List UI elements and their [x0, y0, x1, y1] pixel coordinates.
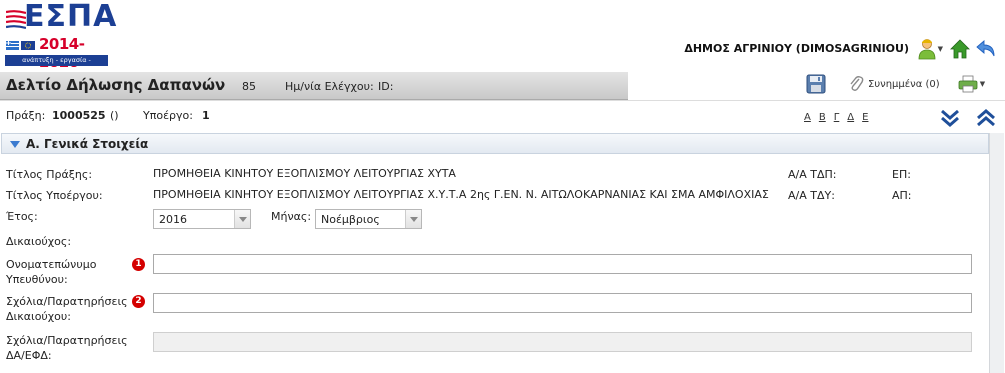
page-title: Δελτίο Δήλωσης Δαπανών	[6, 76, 226, 94]
section-link-a[interactable]: Α	[804, 112, 811, 123]
flags-icon	[6, 41, 35, 50]
attachments-button[interactable]: Συνημμένα (0)	[848, 75, 940, 93]
titlebar-actions: Συνημμένα (0) ▼	[806, 74, 987, 94]
year-select-value: 2016	[159, 213, 187, 226]
espa-logo: ΕΣΠΑ 2014-2020 ανάπτυξη - εργασία - αλλη…	[5, 2, 116, 75]
back-arrow-icon[interactable]	[975, 38, 997, 60]
da-efd-comments-label: Σχόλια/Παρατηρήσεις ΔΑ/ΕΦΔ:	[6, 333, 128, 363]
header-actions: ▼	[916, 38, 997, 60]
month-select-value: Νοέμβριος	[321, 213, 380, 226]
project-value: 1000525	[52, 109, 106, 122]
ep-label: ΕΠ:	[892, 168, 911, 181]
project-info-bar: Πράξη: 1000525 () Υποέργο: 1 Α Β Γ Δ Ε	[0, 100, 1005, 130]
responsible-label-line1: Ονοματεπώνυμο	[6, 258, 97, 271]
collapse-all-icon[interactable]	[976, 109, 996, 130]
project-title-value: ΠΡΟΜΗΘΕΙΑ ΚΙΝΗΤΟΥ ΕΞΟΠΛΙΣΜΟΥ ΛΕΙΤΟΥΡΓΙΑΣ…	[153, 167, 456, 180]
save-icon[interactable]	[806, 74, 826, 94]
aa-tdp-label: Α/Α ΤΔΠ:	[788, 168, 837, 181]
validation-badge-1: 1	[132, 258, 145, 271]
beneficiary-comments-label-line2: Δικαιούχου:	[6, 310, 71, 323]
validation-badge-2: 2	[132, 295, 145, 308]
month-label: Μήνας:	[271, 210, 312, 223]
section-link-b[interactable]: Β	[819, 112, 826, 123]
paperclip-icon	[850, 76, 864, 91]
project-label: Πράξη:	[6, 109, 46, 122]
expand-all-icon[interactable]	[940, 109, 960, 130]
beneficiary-comments-label: Σχόλια/Παρατηρήσεις Δικαιούχου:	[6, 294, 128, 324]
printer-icon	[958, 75, 978, 93]
general-info-form: Τίτλος Πράξης: ΠΡΟΜΗΘΕΙΑ ΚΙΝΗΤΟΥ ΕΞΟΠΛΙΣ…	[0, 155, 988, 373]
month-select[interactable]: Νοέμβριος	[315, 209, 422, 229]
id-label: ID:	[378, 80, 394, 93]
espa-wordmark: ΕΣΠΑ	[24, 0, 118, 34]
section-links: Α Β Γ Δ Ε	[804, 112, 868, 123]
section-title: Α. Γενικά Στοιχεία	[26, 137, 149, 151]
year-dropdown-arrow-icon[interactable]	[234, 210, 250, 228]
subproject-label: Υποέργο:	[143, 109, 193, 122]
responsible-label-line2: Υπευθύνου:	[6, 273, 68, 286]
document-number: 85	[242, 80, 256, 93]
print-menu-button[interactable]: ▼	[958, 75, 987, 93]
espa-stripes-graphic	[6, 10, 26, 30]
da-efd-comments-label-line1: Σχόλια/Παρατηρήσεις	[6, 334, 128, 347]
responsible-name-input[interactable]	[153, 254, 972, 274]
beneficiary-label: Δικαιούχος:	[6, 235, 72, 248]
section-link-c[interactable]: Γ	[834, 112, 840, 123]
section-a-header[interactable]: Α. Γενικά Στοιχεία	[1, 133, 989, 154]
year-label: Έτος:	[6, 210, 38, 223]
document-titlebar: Δελτίο Δήλωσης Δαπανών 85 Ημ/νία Ελέγχου…	[0, 72, 1005, 100]
print-caret-icon: ▼	[979, 80, 986, 88]
month-dropdown-arrow-icon[interactable]	[405, 210, 421, 228]
user-icon[interactable]	[916, 38, 938, 60]
app-header: ΕΣΠΑ 2014-2020 ανάπτυξη - εργασία - αλλη…	[0, 0, 1005, 75]
vertical-scrollbar[interactable]	[989, 133, 1004, 373]
user-menu-caret-icon[interactable]: ▼	[938, 45, 943, 53]
municipality-name: ΔΗΜΟΣ ΑΓΡΙΝΙΟΥ (DIMOSAGRINIOU)	[684, 42, 909, 55]
subproject-title-value: ΠΡΟΜΗΘΕΙΑ ΚΙΝΗΤΟΥ ΕΞΟΠΛΙΣΜΟΥ ΛΕΙΤΟΥΡΓΙΑΣ…	[153, 188, 769, 201]
beneficiary-comments-input[interactable]	[153, 293, 972, 313]
year-select[interactable]: 2016	[153, 209, 251, 229]
espa-motto: ανάπτυξη - εργασία - αλληλεγγύη	[5, 55, 108, 75]
da-efd-comments-label-line2: ΔΑ/ΕΦΔ:	[6, 349, 52, 362]
home-icon[interactable]	[949, 38, 971, 60]
da-efd-comments-input	[153, 332, 972, 352]
attachments-label: Συνημμένα (0)	[868, 78, 940, 90]
project-extra: ()	[110, 109, 119, 122]
check-date-label: Ημ/νία Ελέγχου:	[285, 80, 374, 93]
subproject-title-label: Τίτλος Υποέργου:	[6, 189, 103, 202]
subproject-value: 1	[202, 109, 210, 122]
responsible-label: Ονοματεπώνυμο Υπευθύνου:	[6, 257, 96, 287]
beneficiary-comments-label-line1: Σχόλια/Παρατηρήσεις	[6, 295, 128, 308]
ap-label: ΑΠ:	[892, 189, 912, 202]
aa-tdy-label: Α/Α ΤΔΥ:	[788, 189, 835, 202]
section-link-e[interactable]: Ε	[862, 112, 868, 123]
project-title-label: Τίτλος Πράξης:	[6, 168, 93, 181]
section-link-d[interactable]: Δ	[847, 112, 854, 123]
collapse-triangle-icon[interactable]	[10, 141, 20, 148]
